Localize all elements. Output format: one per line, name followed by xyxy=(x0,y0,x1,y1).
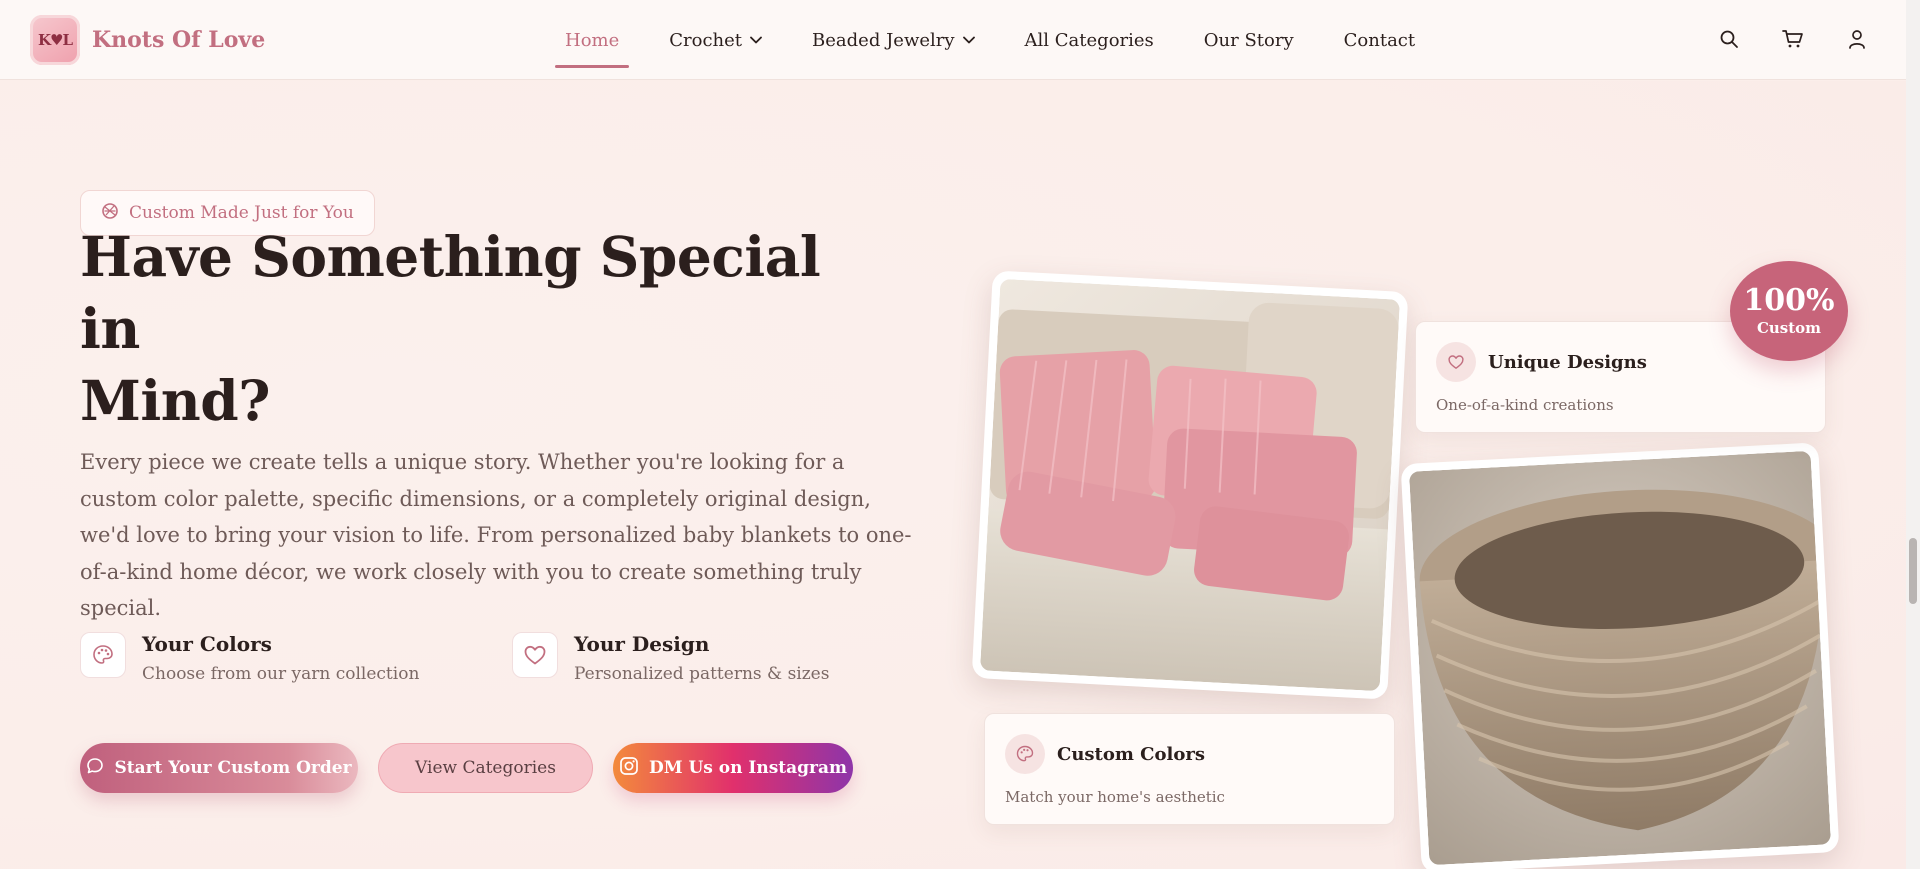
nav-label: Crochet xyxy=(669,29,743,51)
nav-label: Beaded Jewelry xyxy=(812,29,955,51)
start-custom-order-button[interactable]: Start Your Custom Order xyxy=(80,743,358,793)
feature-subtitle: Choose from our yarn collection xyxy=(142,664,420,684)
nav-label: Contact xyxy=(1343,29,1416,51)
palette-icon xyxy=(80,632,126,678)
badge-caption: Custom xyxy=(1756,319,1822,337)
chat-icon xyxy=(86,757,104,780)
badge-label: Custom Made Just for You xyxy=(129,203,354,223)
chevron-down-icon xyxy=(962,36,975,44)
logo-mark: K♥L xyxy=(30,15,80,65)
heart-icon xyxy=(1436,342,1476,382)
badge-value: 100% xyxy=(1743,283,1835,318)
logo[interactable]: K♥L Knots Of Love xyxy=(30,15,265,65)
palette-icon xyxy=(1005,734,1045,774)
card-title: Custom Colors xyxy=(1057,743,1205,765)
page-title: Have Something Special in Mind? xyxy=(80,221,880,437)
header-actions xyxy=(1716,26,1870,52)
nav-item-crochet[interactable]: Crochet xyxy=(659,0,772,80)
scrollbar-thumb[interactable] xyxy=(1909,538,1917,604)
button-label: Start Your Custom Order xyxy=(114,758,352,778)
headline-line-1: Have Something Special in xyxy=(80,224,821,361)
nav-item-beaded-jewelry[interactable]: Beaded Jewelry xyxy=(802,0,985,80)
instagram-icon xyxy=(619,756,639,781)
basket-photo xyxy=(1400,442,1840,869)
nav-item-contact[interactable]: Contact xyxy=(1334,0,1425,80)
cart-icon[interactable] xyxy=(1780,26,1806,52)
nav-item-our-story[interactable]: Our Story xyxy=(1194,0,1304,80)
view-categories-button[interactable]: View Categories xyxy=(378,743,593,793)
button-label: View Categories xyxy=(415,758,556,778)
hero-description: Every piece we create tells a unique sto… xyxy=(80,450,912,620)
nav-label: Home xyxy=(565,29,620,51)
feature-title: Your Colors xyxy=(142,632,272,656)
feature-subtitle: Personalized patterns & sizes xyxy=(574,664,830,684)
nav-label: All Categories xyxy=(1024,29,1154,51)
nav-item-home[interactable]: Home xyxy=(555,0,630,80)
card-subtitle: Match your home's aesthetic xyxy=(1005,788,1225,806)
user-icon[interactable] xyxy=(1844,26,1870,52)
card-title: Unique Designs xyxy=(1488,351,1647,373)
hero-section: Custom Made Just for You Have Something … xyxy=(0,81,1906,869)
custom-colors-card: Custom Colors Match your home's aestheti… xyxy=(984,713,1395,825)
headline-line-2: Mind? xyxy=(80,368,270,433)
button-label: DM Us on Instagram xyxy=(648,758,847,778)
card-subtitle: One-of-a-kind creations xyxy=(1436,396,1614,414)
heart-icon xyxy=(512,632,558,678)
nav-item-all-categories[interactable]: All Categories xyxy=(1015,0,1164,80)
feature-your-colors: Your Colors Choose from our yarn collect… xyxy=(80,632,419,684)
main-nav: Home Crochet Beaded Jewelry All Categori… xyxy=(555,0,1455,80)
scrollbar[interactable] xyxy=(1906,0,1920,869)
site-header: K♥L Knots Of Love Home Crochet Beaded Je… xyxy=(0,0,1906,80)
pillows-photo xyxy=(971,270,1409,700)
instagram-dm-button[interactable]: DM Us on Instagram xyxy=(613,743,853,793)
chevron-down-icon xyxy=(750,36,762,44)
custom-percent-badge: 100% Custom xyxy=(1730,261,1848,361)
search-icon[interactable] xyxy=(1716,26,1742,52)
feature-title: Your Design xyxy=(574,632,710,656)
brand-name: Knots Of Love xyxy=(92,27,266,53)
nav-label: Our Story xyxy=(1203,29,1294,51)
feature-your-design: Your Design Personalized patterns & size… xyxy=(512,632,829,684)
